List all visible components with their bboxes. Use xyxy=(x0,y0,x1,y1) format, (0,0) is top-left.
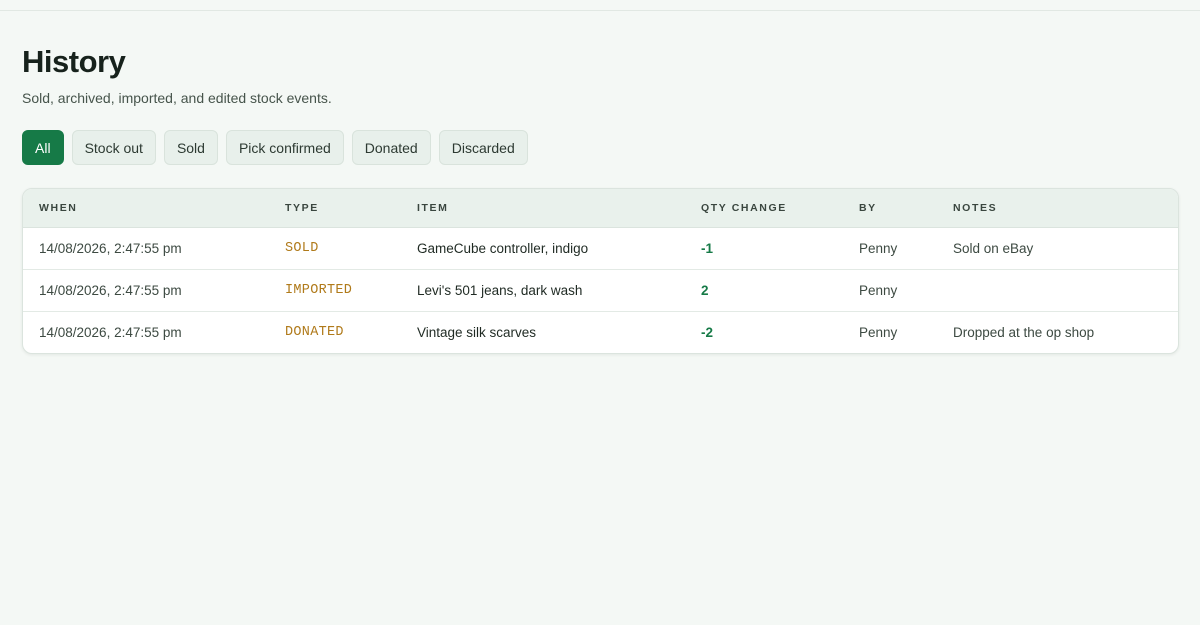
filter-pick-confirmed-button[interactable]: Pick confirmed xyxy=(225,130,344,165)
history-table: WHEN TYPE ITEM QTY CHANGE BY NOTES 14/08… xyxy=(23,189,1178,353)
table-row: 14/08/2026, 2:47:55 pm SOLD GameCube con… xyxy=(23,227,1178,270)
column-header-notes: NOTES xyxy=(937,189,1178,228)
column-header-type: TYPE xyxy=(269,189,401,228)
column-header-when: WHEN xyxy=(23,189,269,228)
cell-notes xyxy=(937,269,1178,312)
filter-donated-button[interactable]: Donated xyxy=(351,130,431,165)
table-row: 14/08/2026, 2:47:55 pm IMPORTED Levi's 5… xyxy=(23,269,1178,312)
column-header-by: BY xyxy=(843,189,937,228)
top-bar xyxy=(0,0,1200,11)
cell-by: Penny xyxy=(843,227,937,270)
cell-type: DONATED xyxy=(285,324,344,340)
filter-sold-button[interactable]: Sold xyxy=(163,130,218,165)
cell-item: GameCube controller, indigo xyxy=(401,227,685,270)
cell-when: 14/08/2026, 2:47:55 pm xyxy=(39,324,182,340)
cell-when: 14/08/2026, 2:47:55 pm xyxy=(23,227,269,270)
filter-all-button[interactable]: All xyxy=(22,130,64,165)
cell-qty-change: 2 xyxy=(685,269,843,312)
cell-qty-change: -1 xyxy=(685,227,843,270)
cell-item: Levi's 501 jeans, dark wash xyxy=(401,269,685,312)
cell-item: Vintage silk scarves xyxy=(417,324,537,340)
cell-type: SOLD xyxy=(269,227,401,270)
cell-notes: Sold on eBay xyxy=(937,227,1178,270)
page-title: History xyxy=(22,44,126,79)
cell-qty-change: -2 xyxy=(701,324,714,340)
column-header-qty-change: QTY CHANGE xyxy=(685,189,843,228)
cell-by: Penny xyxy=(843,269,937,312)
table-header-row: WHEN TYPE ITEM QTY CHANGE BY NOTES xyxy=(23,189,1178,228)
cell-notes: Dropped at the op shop xyxy=(953,324,1095,340)
cell-type: IMPORTED xyxy=(269,269,401,312)
column-header-item: ITEM xyxy=(401,189,685,228)
cell-by: Penny xyxy=(859,324,898,340)
page-subtitle: Sold, archived, imported, and edited sto… xyxy=(22,90,332,106)
cell-when: 14/08/2026, 2:47:55 pm xyxy=(23,269,269,312)
filter-bar: All Stock out Sold Pick confirmed Donate… xyxy=(22,130,1178,165)
table-row: 14/08/2026, 2:47:55 pm DONATED Vintage s… xyxy=(23,311,1178,353)
filter-discarded-button[interactable]: Discarded xyxy=(438,130,528,165)
filter-stock-out-button[interactable]: Stock out xyxy=(71,130,156,165)
history-table-card: WHEN TYPE ITEM QTY CHANGE BY NOTES 14/08… xyxy=(22,188,1179,354)
history-page: History Sold, archived, imported, and ed… xyxy=(0,44,1200,354)
